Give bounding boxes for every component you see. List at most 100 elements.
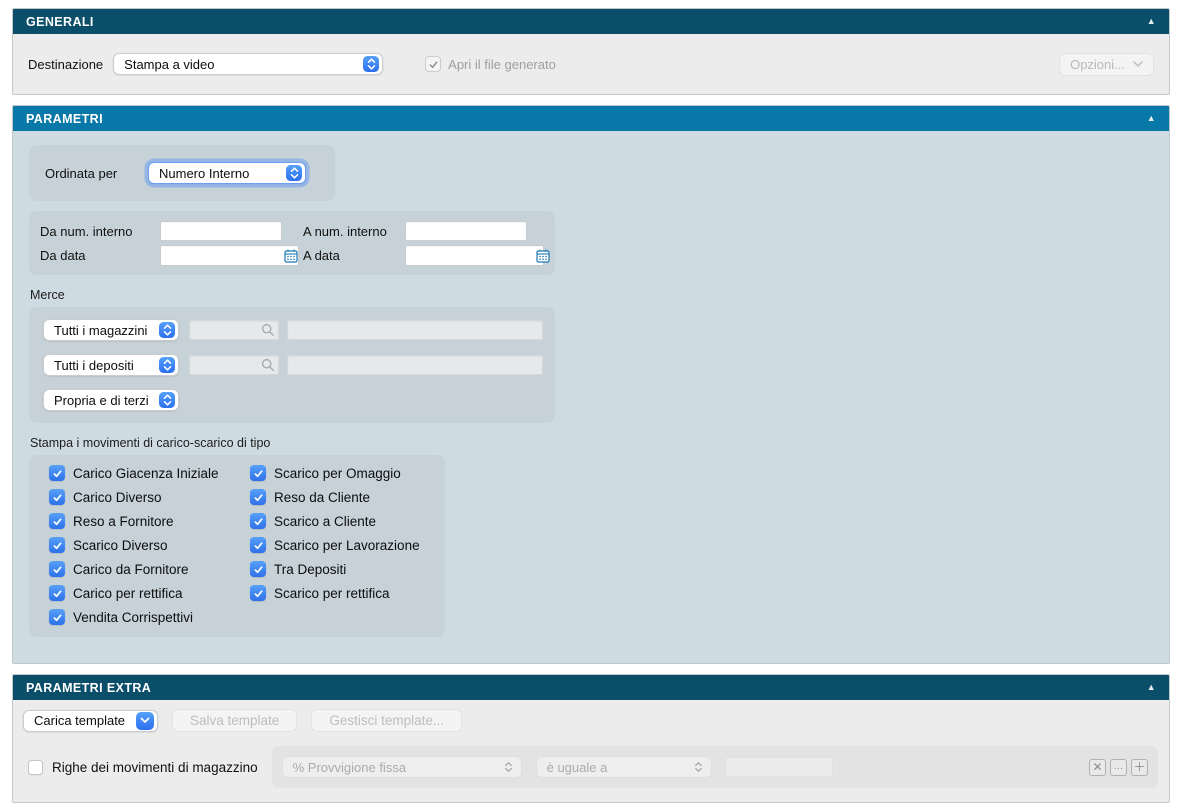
filter-panel: % Provvigione fissa è uguale a ✕ bbox=[272, 746, 1158, 788]
manage-template-button[interactable]: Gestisci template... bbox=[311, 709, 462, 732]
sort-select[interactable]: Numero Interno bbox=[148, 162, 306, 184]
rows-filter-label: Righe dei movimenti di magazzino bbox=[52, 760, 258, 775]
sort-groupbox: Ordinata per Numero Interno bbox=[29, 145, 335, 201]
section-title: PARAMETRI bbox=[26, 112, 103, 126]
movement-type-checkbox[interactable] bbox=[49, 609, 65, 625]
movement-type-label: Tra Depositi bbox=[274, 562, 346, 577]
print-dialog: GENERALI ▲ Destinazione Stampa a video A… bbox=[12, 8, 1170, 803]
stepper-icon bbox=[694, 761, 703, 773]
ownership-select[interactable]: Propria e di terzi bbox=[43, 389, 179, 411]
section-title: GENERALI bbox=[26, 15, 94, 29]
movement-type-checkbox[interactable] bbox=[49, 489, 65, 505]
movement-type-checkbox[interactable] bbox=[250, 489, 266, 505]
add-filter-button[interactable]: ＋ bbox=[1131, 759, 1148, 776]
filter-operator-select[interactable]: è uguale a bbox=[536, 756, 712, 778]
options-button[interactable]: Opzioni... bbox=[1059, 53, 1154, 76]
stepper-icon bbox=[363, 56, 379, 72]
movement-type-row: Scarico per Lavorazione bbox=[250, 537, 425, 553]
filter-field-value: % Provvigione fissa bbox=[293, 760, 406, 775]
from-date-input[interactable] bbox=[160, 245, 299, 266]
movement-type-row: Reso da Cliente bbox=[250, 489, 425, 505]
stepper-icon bbox=[159, 322, 175, 338]
warehouse-row: Tutti i magazzini bbox=[43, 319, 543, 341]
parametri-extra-body: Carica template Salva template Gestisci … bbox=[13, 700, 1169, 802]
deposit-value: Tutti i depositi bbox=[54, 358, 151, 373]
plus-icon: ＋ bbox=[1133, 761, 1145, 773]
section-title: PARAMETRI EXTRA bbox=[26, 681, 151, 695]
section-header-parametri-extra[interactable]: PARAMETRI EXTRA ▲ bbox=[13, 675, 1169, 700]
movement-type-row: Carico Giacenza Iniziale bbox=[49, 465, 250, 481]
to-date-input[interactable] bbox=[405, 245, 544, 266]
more-filter-button[interactable]: … bbox=[1110, 759, 1127, 776]
open-file-checkbox[interactable] bbox=[425, 56, 441, 72]
filter-operator-value: è uguale a bbox=[547, 760, 608, 775]
movement-type-checkbox[interactable] bbox=[250, 585, 266, 601]
section-header-parametri[interactable]: PARAMETRI ▲ bbox=[13, 106, 1169, 131]
deposit-description-input[interactable] bbox=[287, 355, 543, 375]
filter-field-select[interactable]: % Provvigione fissa bbox=[282, 756, 522, 778]
movement-type-row: Vendita Corrispettivi bbox=[49, 609, 250, 625]
movement-type-label: Scarico per rettifica bbox=[274, 586, 390, 601]
warehouse-select[interactable]: Tutti i magazzini bbox=[43, 319, 179, 341]
movement-type-row: Scarico per rettifica bbox=[250, 585, 425, 601]
movement-type-checkbox[interactable] bbox=[49, 465, 65, 481]
options-button-label: Opzioni... bbox=[1070, 57, 1125, 72]
movement-type-checkbox[interactable] bbox=[250, 537, 266, 553]
calendar-icon[interactable] bbox=[535, 248, 551, 264]
movement-type-row: Scarico Diverso bbox=[49, 537, 250, 553]
collapse-icon[interactable]: ▲ bbox=[1147, 683, 1156, 692]
sort-label: Ordinata per bbox=[45, 166, 148, 181]
merce-groupbox: Tutti i magazzini Tu bbox=[29, 307, 555, 423]
ownership-value: Propria e di terzi bbox=[54, 393, 151, 408]
template-row: Carica template Salva template Gestisci … bbox=[23, 709, 1158, 732]
movement-type-label: Carico da Fornitore bbox=[73, 562, 189, 577]
to-date-label: A data bbox=[303, 248, 405, 263]
movement-type-checkbox[interactable] bbox=[49, 561, 65, 577]
stepper-icon bbox=[159, 392, 175, 408]
movement-type-row: Scarico a Cliente bbox=[250, 513, 425, 529]
filter-value-input[interactable] bbox=[725, 757, 833, 777]
movement-type-label: Reso da Cliente bbox=[274, 490, 370, 505]
to-number-input[interactable] bbox=[405, 221, 527, 241]
from-date-label: Da data bbox=[40, 248, 160, 263]
movement-type-label: Reso a Fornitore bbox=[73, 514, 174, 529]
movement-type-row: Reso a Fornitore bbox=[49, 513, 250, 529]
sort-value: Numero Interno bbox=[159, 166, 278, 181]
movement-type-label: Carico Giacenza Iniziale bbox=[73, 466, 219, 481]
warehouse-description-input[interactable] bbox=[287, 320, 543, 340]
movement-type-checkbox[interactable] bbox=[49, 585, 65, 601]
load-template-select[interactable]: Carica template bbox=[23, 710, 158, 732]
search-icon bbox=[261, 323, 275, 337]
collapse-icon[interactable]: ▲ bbox=[1147, 17, 1156, 26]
calendar-icon[interactable] bbox=[283, 248, 299, 264]
movement-type-checkbox[interactable] bbox=[49, 513, 65, 529]
movement-type-row: Carico per rettifica bbox=[49, 585, 250, 601]
section-parametri-extra: PARAMETRI EXTRA ▲ Carica template Salva … bbox=[12, 674, 1170, 803]
collapse-icon[interactable]: ▲ bbox=[1147, 114, 1156, 123]
save-template-button[interactable]: Salva template bbox=[172, 709, 297, 732]
remove-filter-button[interactable]: ✕ bbox=[1089, 759, 1106, 776]
parametri-body: Ordinata per Numero Interno Da num. inte… bbox=[13, 131, 1169, 663]
movement-type-row: Carico Diverso bbox=[49, 489, 250, 505]
movement-type-checkbox[interactable] bbox=[250, 561, 266, 577]
movement-type-checkbox[interactable] bbox=[250, 465, 266, 481]
movement-type-checkbox[interactable] bbox=[49, 537, 65, 553]
stepper-icon bbox=[504, 761, 513, 773]
warehouse-value: Tutti i magazzini bbox=[54, 323, 151, 338]
generali-body: Destinazione Stampa a video Apri il file… bbox=[13, 34, 1169, 94]
from-number-input[interactable] bbox=[160, 221, 282, 241]
stepper-icon bbox=[286, 165, 302, 181]
destination-select[interactable]: Stampa a video bbox=[113, 53, 383, 75]
ownership-row: Propria e di terzi bbox=[43, 389, 543, 411]
to-number-label: A num. interno bbox=[303, 224, 405, 239]
section-parametri: PARAMETRI ▲ Ordinata per Numero Interno … bbox=[12, 105, 1170, 664]
rows-filter-checkbox[interactable] bbox=[28, 760, 43, 775]
open-file-label: Apri il file generato bbox=[448, 57, 556, 72]
movement-type-checkbox[interactable] bbox=[250, 513, 266, 529]
rows-filter-row: Righe dei movimenti di magazzino % Provv… bbox=[23, 746, 1158, 788]
deposit-select[interactable]: Tutti i depositi bbox=[43, 354, 179, 376]
chevron-down-icon bbox=[1133, 61, 1143, 67]
section-header-generali[interactable]: GENERALI ▲ bbox=[13, 9, 1169, 34]
merce-group-label: Merce bbox=[30, 288, 1153, 302]
movement-type-label: Scarico a Cliente bbox=[274, 514, 376, 529]
